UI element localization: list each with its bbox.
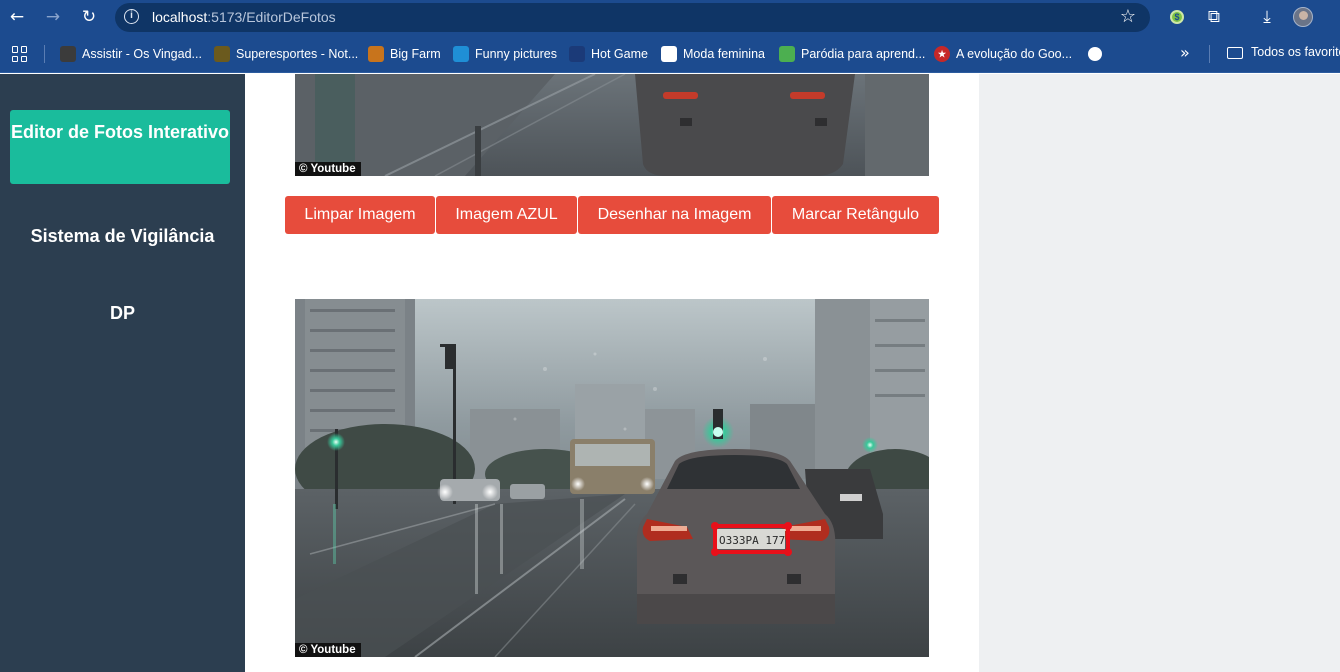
rectangle-handle[interactable] <box>784 522 792 530</box>
globe-icon <box>1088 47 1102 61</box>
bigfarm-icon <box>368 46 384 62</box>
bookmark-item[interactable]: Big Farm <box>368 45 441 63</box>
bookmark-separator <box>44 45 45 63</box>
all-bookmarks-folder[interactable]: Todos os favoritos <box>1251 45 1340 59</box>
editor-content: © Youtube Limpar Imagem Imagem AZUL Dese… <box>245 74 979 672</box>
bookmarks-bar: Assistir - Os Vingad... Superesportes - N… <box>0 35 1340 73</box>
apps-grid-icon[interactable] <box>12 46 28 62</box>
star-badge-icon: ★ <box>934 46 950 62</box>
shield-icon <box>214 46 230 62</box>
bookmark-label: Big Farm <box>390 47 441 61</box>
reload-icon[interactable]: ↻ <box>78 6 100 28</box>
browser-menu-icon[interactable]: ⋮ <box>1334 7 1340 27</box>
bookmark-label: A evolução do Goo... <box>956 47 1073 61</box>
forward-arrow-icon[interactable]: → <box>42 6 64 28</box>
bookmark-item[interactable]: Hot Game <box>569 45 648 63</box>
bookmark-label: Assistir - Os Vingad... <box>82 47 202 61</box>
clear-image-button[interactable]: Limpar Imagem <box>285 196 435 234</box>
play-icon <box>779 46 795 62</box>
photo-credit: © Youtube <box>295 643 361 657</box>
draw-on-image-button[interactable]: Desenhar na Imagem <box>578 196 771 234</box>
back-arrow-icon[interactable]: ← <box>6 6 28 28</box>
more-bookmarks-chevron-icon[interactable]: » <box>1180 43 1190 62</box>
url-text[interactable]: localhost:5173/EditorDeFotos <box>152 9 336 25</box>
address-bar[interactable]: i localhost:5173/EditorDeFotos ☆ <box>115 3 1150 32</box>
bookmark-label: Hot Game <box>591 47 648 61</box>
dollar-extension-icon[interactable]: $ <box>1170 10 1184 24</box>
blank-page-icon <box>661 46 677 62</box>
bookmark-item[interactable]: Paródia para aprend... <box>779 45 925 63</box>
brand-title[interactable]: Editor de Fotos Interativo <box>10 110 230 184</box>
bookmark-item[interactable]: ★ A evolução do Goo... <box>934 45 1072 63</box>
sidebar-item-dp[interactable]: DP <box>0 303 245 324</box>
photo-credit: © Youtube <box>295 162 361 176</box>
rectangle-handle[interactable] <box>784 548 792 556</box>
road-scene-main: O333PA 177 <box>295 299 929 657</box>
hotgame-icon <box>569 46 585 62</box>
bookmark-star-icon[interactable]: ☆ <box>1120 6 1136 27</box>
page-viewport: Editor de Fotos Interativo Sistema de Vi… <box>0 74 1340 672</box>
blue-image-button[interactable]: Imagem AZUL <box>436 196 577 234</box>
profile-avatar[interactable] <box>1293 7 1313 27</box>
bookmark-item[interactable]: Moda feminina <box>661 45 765 63</box>
edited-photo-canvas[interactable]: O333PA 177 © Youtube <box>295 299 929 657</box>
bookmark-item[interactable]: Assistir - Os Vingad... <box>60 45 202 63</box>
funny-icon <box>453 46 469 62</box>
browser-toolbar: ← → ↻ i localhost:5173/EditorDeFotos ☆ $… <box>0 0 1340 35</box>
bookmark-label: Paródia para aprend... <box>801 47 926 61</box>
sidebar-item-vigilancia[interactable]: Sistema de Vigilância <box>0 226 245 247</box>
road-scene-top <box>295 74 929 176</box>
download-icon[interactable]: ⤓ <box>1256 6 1278 28</box>
mark-rectangle-button[interactable]: Marcar Retângulo <box>772 196 939 234</box>
bookmark-separator <box>1209 45 1210 63</box>
bookmark-label: Superesportes - Not... <box>236 47 359 61</box>
movie-icon <box>60 46 76 62</box>
rectangle-handle[interactable] <box>711 548 719 556</box>
bookmark-item[interactable]: Superesportes - Not... <box>214 45 358 63</box>
bookmark-label: Funny pictures <box>475 47 557 61</box>
bookmark-item[interactable] <box>1088 45 1108 63</box>
sidebar: Editor de Fotos Interativo Sistema de Vi… <box>0 74 245 672</box>
rectangle-handle[interactable] <box>711 522 719 530</box>
bookmark-label: Moda feminina <box>683 47 765 61</box>
original-photo: © Youtube <box>295 74 929 176</box>
site-info-icon[interactable]: i <box>124 9 139 24</box>
license-plate-text: O333PA 177 <box>719 534 785 547</box>
extensions-puzzle-icon[interactable]: ⧉ <box>1203 6 1225 28</box>
folder-icon[interactable] <box>1227 47 1243 59</box>
bookmark-item[interactable]: Funny pictures <box>453 45 557 63</box>
